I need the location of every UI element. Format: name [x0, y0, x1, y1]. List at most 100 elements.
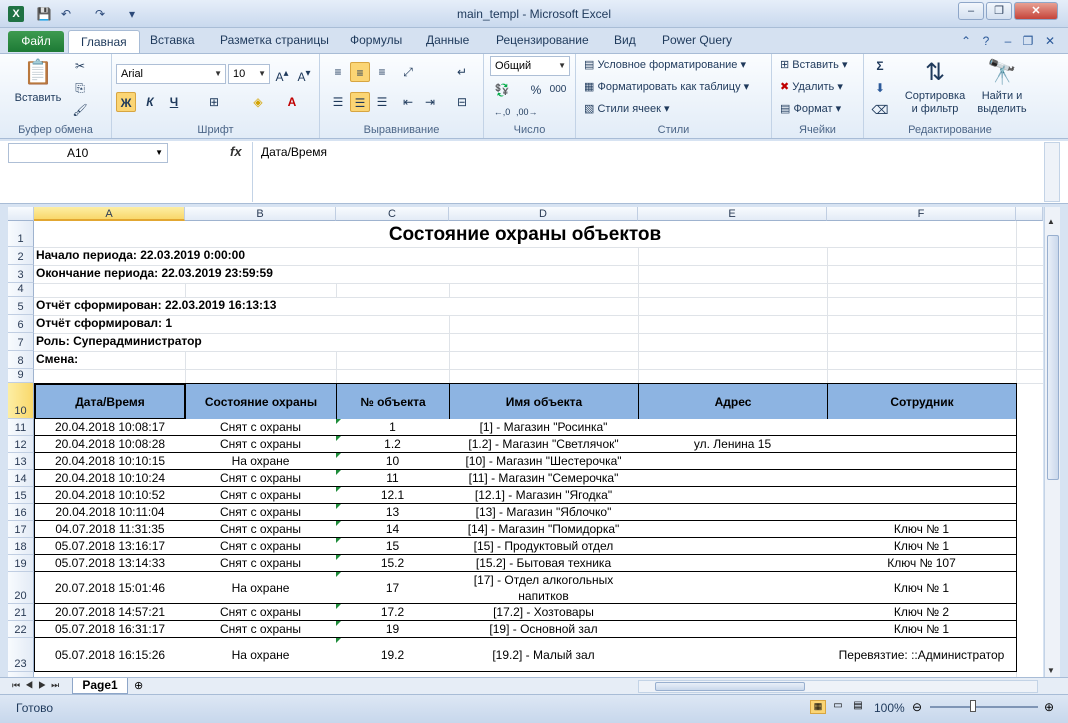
column-header-a[interactable]: A: [34, 207, 185, 221]
bold-button[interactable]: Ж: [116, 92, 136, 112]
tab-page-layout[interactable]: Разметка страницы: [220, 33, 329, 47]
shrink-font-icon[interactable]: A▾: [294, 64, 314, 84]
font-color-icon[interactable]: A: [282, 92, 302, 112]
cell-object-name[interactable]: [17.2] - Хозтовары: [449, 604, 639, 621]
cell-object-name[interactable]: [17] - Отдел алкогольных напитков: [449, 572, 639, 604]
cell-address[interactable]: [638, 419, 828, 436]
cell-employee[interactable]: Ключ № 1: [827, 538, 1017, 555]
horizontal-scroll-thumb[interactable]: [655, 682, 805, 691]
cell-address[interactable]: [638, 638, 828, 672]
align-bottom-icon[interactable]: ≡: [372, 62, 392, 82]
zoom-slider-thumb[interactable]: [970, 700, 976, 712]
cell-guard-state[interactable]: Снят с охраны: [185, 604, 337, 621]
help-icon[interactable]: ?: [978, 33, 994, 49]
formula-input[interactable]: Дата/Время: [252, 142, 1044, 202]
cell-address[interactable]: ул. Ленина 15: [638, 436, 828, 453]
cell-object-number[interactable]: 12.1: [336, 487, 450, 504]
cell-datetime[interactable]: 05.07.2018 13:16:17: [34, 538, 186, 555]
row-header[interactable]: 12: [8, 436, 34, 453]
cell-object-name[interactable]: [1] - Магазин "Росинка": [449, 419, 639, 436]
scroll-down-icon[interactable]: ▼: [1047, 666, 1055, 675]
column-header-g[interactable]: [1016, 207, 1043, 221]
increase-indent-icon[interactable]: ⇥: [420, 92, 440, 112]
cell-datetime[interactable]: 20.04.2018 10:08:28: [34, 436, 186, 453]
cell-object-name[interactable]: [15] - Продуктовый отдел: [449, 538, 639, 555]
tab-home[interactable]: Главная: [68, 30, 140, 53]
row-header[interactable]: 4: [8, 283, 34, 297]
cell-employee[interactable]: [827, 504, 1017, 521]
cell-object-name[interactable]: [19.2] - Малый зал: [449, 638, 639, 672]
cell-employee[interactable]: [827, 487, 1017, 504]
scroll-up-icon[interactable]: ▲: [1047, 217, 1055, 226]
cell-address[interactable]: [638, 487, 828, 504]
tab-view[interactable]: Вид: [614, 33, 636, 47]
cell-object-number[interactable]: 11: [336, 470, 450, 487]
zoom-out-icon[interactable]: ⊖: [912, 700, 922, 714]
copy-icon[interactable]: ⎘: [70, 78, 90, 98]
zoom-in-icon[interactable]: ⊕: [1044, 700, 1054, 714]
cell-employee[interactable]: Ключ № 1: [827, 572, 1017, 604]
cell-address[interactable]: [638, 572, 828, 604]
horizontal-scrollbar[interactable]: [638, 680, 1038, 693]
italic-button[interactable]: К: [140, 92, 160, 112]
row-header[interactable]: 17: [8, 521, 34, 538]
row-header[interactable]: 22: [8, 621, 34, 638]
cell-guard-state[interactable]: Снят с охраны: [185, 521, 337, 538]
cell-datetime[interactable]: 20.07.2018 15:01:46: [34, 572, 186, 604]
cell-object-number[interactable]: 15.2: [336, 555, 450, 572]
cell-employee[interactable]: Перевязтие: ::Администратор: [827, 638, 1017, 672]
row-header[interactable]: 14: [8, 470, 34, 487]
cell-address[interactable]: [638, 621, 828, 638]
insert-cells-button[interactable]: ⊞ Вставить ▾: [780, 58, 848, 71]
cell-object-number[interactable]: 19: [336, 621, 450, 638]
sheet-nav-icon[interactable]: ⏮◀▶⏭: [12, 680, 64, 691]
cell-employee[interactable]: Ключ № 1: [827, 621, 1017, 638]
cell-object-name[interactable]: [13] - Магазин "Яблочко": [449, 504, 639, 521]
zoom-level[interactable]: 100%: [874, 701, 905, 715]
column-header-f[interactable]: F: [827, 207, 1016, 221]
row-header[interactable]: 8: [8, 351, 34, 369]
cell-object-name[interactable]: [15.2] - Бытовая техника: [449, 555, 639, 572]
row-header[interactable]: 16: [8, 504, 34, 521]
minimize-button[interactable]: –: [958, 2, 984, 20]
clear-icon[interactable]: ⌫: [870, 100, 890, 120]
cell-address[interactable]: [638, 521, 828, 538]
cell-object-number[interactable]: 17.2: [336, 604, 450, 621]
cell-object-name[interactable]: [14] - Магазин "Помидорка": [449, 521, 639, 538]
row-header[interactable]: 21: [8, 604, 34, 621]
sheet-tab-page1[interactable]: Page1: [72, 678, 128, 694]
column-header-c[interactable]: C: [336, 207, 449, 221]
cell-address[interactable]: [638, 604, 828, 621]
row-header[interactable]: 13: [8, 453, 34, 470]
cell-employee[interactable]: [827, 453, 1017, 470]
header-datetime[interactable]: Дата/Время: [34, 383, 186, 420]
tab-power-query[interactable]: Power Query: [662, 33, 732, 47]
cell-datetime[interactable]: 20.04.2018 10:08:17: [34, 419, 186, 436]
cell-address[interactable]: [638, 470, 828, 487]
fill-icon[interactable]: ⬇: [870, 78, 890, 98]
workbook-restore-icon[interactable]: ❐: [1020, 33, 1036, 49]
cell-guard-state[interactable]: На охране: [185, 453, 337, 470]
grow-font-icon[interactable]: A▴: [272, 64, 292, 84]
row-header[interactable]: 19: [8, 555, 34, 572]
format-cells-button[interactable]: ▤ Формат ▾: [780, 102, 841, 115]
delete-cells-button[interactable]: ✖ Удалить ▾: [780, 80, 843, 93]
cell-employee[interactable]: Ключ № 1: [827, 521, 1017, 538]
row-header[interactable]: 6: [8, 315, 34, 333]
row-header[interactable]: 5: [8, 297, 34, 315]
row-header[interactable]: 18: [8, 538, 34, 555]
name-box[interactable]: A10 ▼: [8, 143, 168, 163]
tab-insert[interactable]: Вставка: [150, 33, 195, 47]
borders-icon[interactable]: ⊞: [204, 92, 224, 112]
row-header[interactable]: 9: [8, 369, 34, 383]
close-button[interactable]: ✕: [1014, 2, 1058, 20]
align-right-icon[interactable]: ☰: [372, 92, 392, 112]
cell-guard-state[interactable]: Снят с охраны: [185, 470, 337, 487]
row-header[interactable]: 20: [8, 572, 34, 604]
conditional-formatting-button[interactable]: ▤ Условное форматирование ▾: [584, 58, 746, 71]
column-header-b[interactable]: B: [185, 207, 336, 221]
cell-address[interactable]: [638, 504, 828, 521]
row-header[interactable]: 23: [8, 638, 34, 672]
format-as-table-button[interactable]: ▦ Форматировать как таблицу ▾: [584, 80, 749, 93]
paste-button[interactable]: 📋 Вставить: [10, 58, 66, 105]
